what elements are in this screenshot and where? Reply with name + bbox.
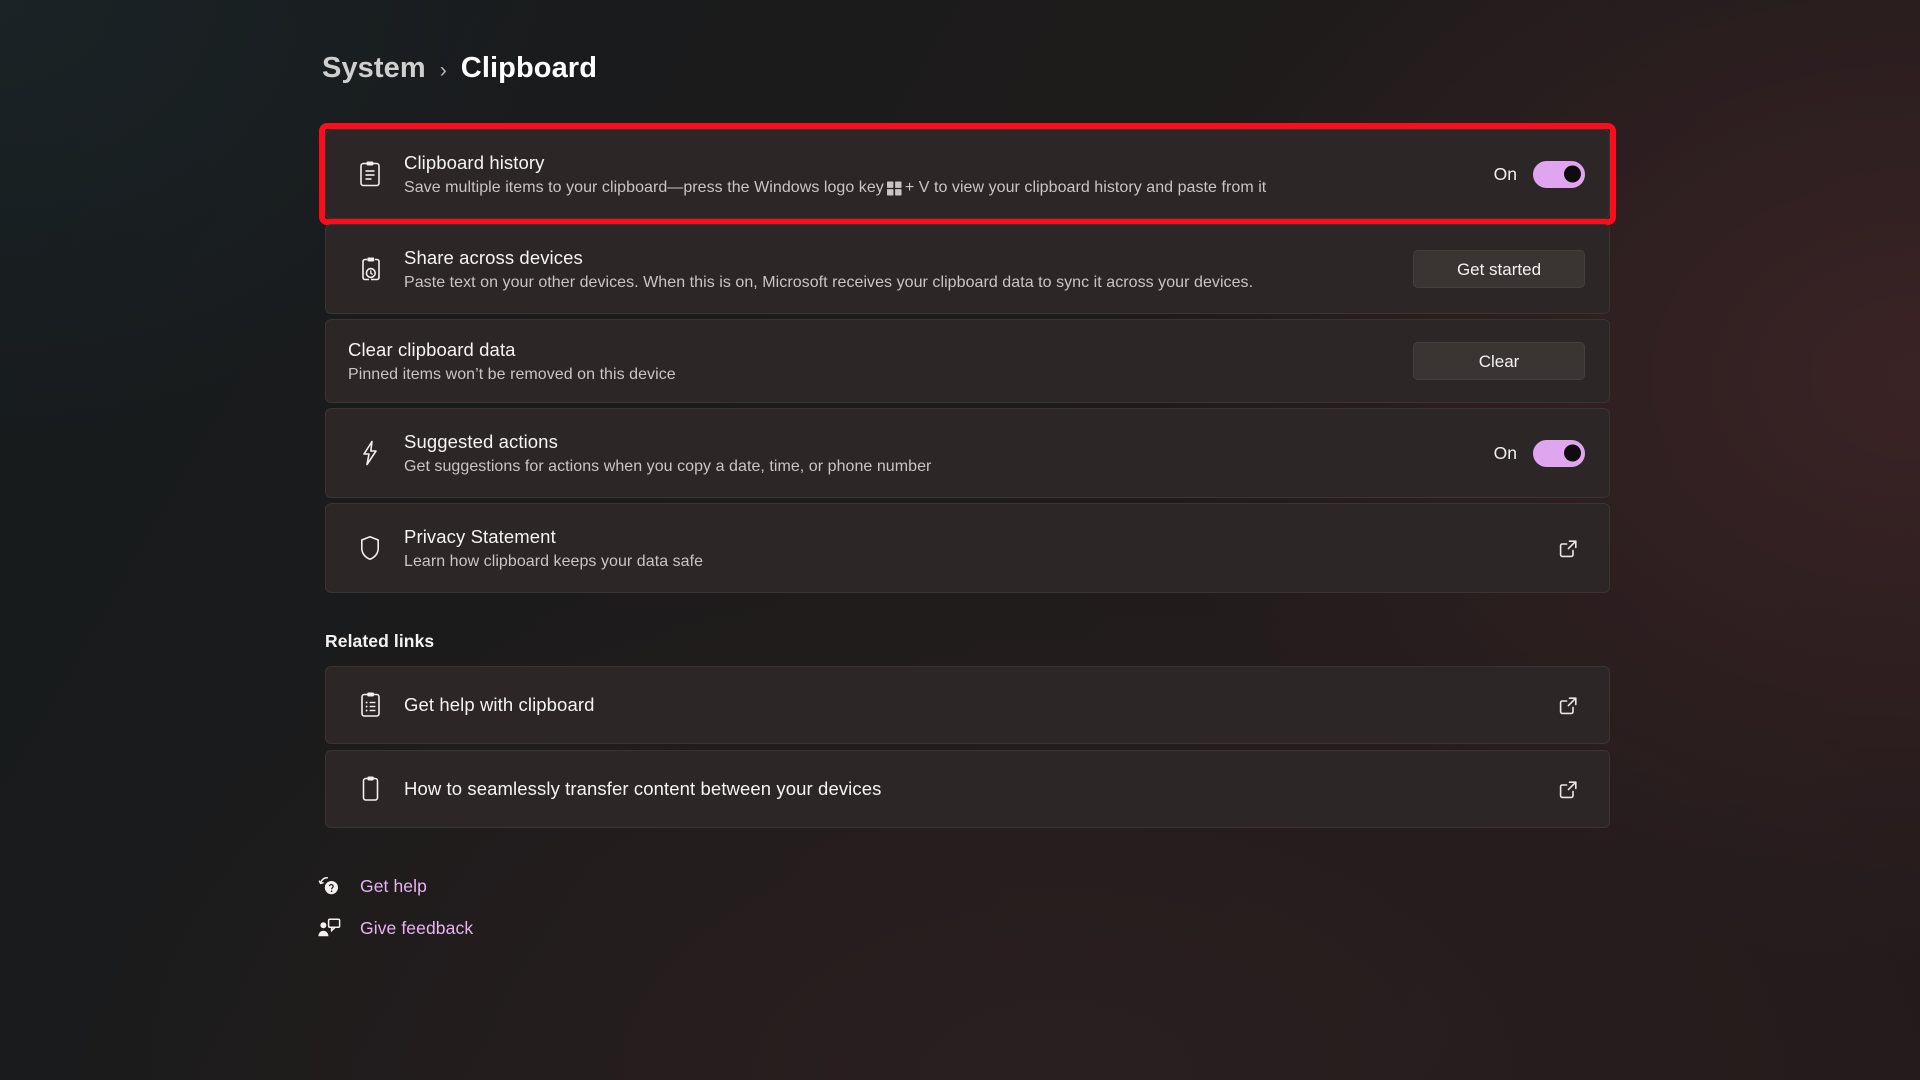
suggested-actions-toggle[interactable] — [1533, 439, 1585, 467]
setting-title: Clipboard history — [404, 151, 545, 173]
clear-button[interactable]: Clear — [1413, 342, 1585, 380]
settings-card-stack: Clipboard history Save multiple items to… — [319, 123, 1616, 593]
toggle-knob — [1564, 165, 1581, 183]
setting-row-clipboard-history[interactable]: Clipboard history Save multiple items to… — [319, 123, 1616, 225]
page-title: Clipboard — [460, 52, 598, 84]
footer-link-label: Get help — [360, 875, 427, 896]
setting-text-block: Suggested actions Get suggestions for ac… — [404, 431, 1494, 476]
related-link-label: How to seamlessly transfer content betwe… — [404, 778, 882, 799]
setting-text-block: Clear clipboard data Pinned items won’t … — [348, 339, 1413, 384]
setting-description: Pinned items won’t be removed on this de… — [348, 365, 676, 383]
setting-title: Privacy Statement — [404, 525, 556, 547]
setting-row-share-across-devices[interactable]: Share across devices Paste text on your … — [325, 224, 1610, 314]
related-link-label: Get help with clipboard — [404, 694, 595, 715]
footer-link-get-help[interactable]: Get help — [315, 874, 1610, 898]
breadcrumb-parent-system[interactable]: System — [322, 52, 426, 85]
clipboard-sync-icon — [348, 255, 392, 283]
windows-logo-key-icon — [886, 181, 902, 196]
footer-links: Get help Give feedback — [318, 874, 1610, 940]
setting-title: Suggested actions — [404, 430, 558, 452]
setting-description: Paste text on your other devices. When t… — [404, 273, 1254, 291]
setting-title: Share across devices — [404, 246, 583, 268]
external-link-icon[interactable] — [1551, 531, 1585, 565]
external-link-icon[interactable] — [1551, 772, 1585, 806]
footer-link-give-feedback[interactable]: Give feedback — [315, 916, 1610, 940]
help-question-icon — [315, 874, 343, 898]
lightning-bolt-icon — [348, 439, 392, 467]
setting-row-privacy-statement[interactable]: Privacy Statement Learn how clipboard ke… — [325, 503, 1610, 593]
settings-content: Clipboard history Save multiple items to… — [318, 123, 1616, 940]
clipboard-list-icon — [348, 691, 392, 719]
setting-description-part-2: + V to view your clipboard history and p… — [904, 178, 1267, 196]
toggle-state-label: On — [1493, 163, 1517, 184]
feedback-person-icon — [315, 916, 343, 940]
external-link-icon[interactable] — [1551, 688, 1585, 722]
setting-description: Learn how clipboard keeps your data safe — [404, 552, 704, 570]
toggle-knob — [1564, 444, 1581, 462]
setting-row-suggested-actions[interactable]: Suggested actions Get suggestions for ac… — [325, 408, 1610, 498]
setting-row-clear-clipboard-data[interactable]: Clear clipboard data Pinned items won’t … — [325, 319, 1610, 403]
setting-text-block: Share across devices Paste text on your … — [404, 247, 1413, 292]
breadcrumb-separator-icon: › — [439, 58, 447, 82]
get-started-button[interactable]: Get started — [1413, 250, 1585, 288]
setting-description: Get suggestions for actions when you cop… — [404, 457, 932, 475]
setting-text-block: Privacy Statement Learn how clipboard ke… — [404, 526, 1551, 571]
setting-description-part-1: Save multiple items to your clipboard—pr… — [404, 178, 884, 196]
clipboard-history-toggle[interactable] — [1533, 160, 1585, 188]
clipboard-history-toggle-group[interactable]: On — [1493, 160, 1585, 188]
clipboard-blank-icon — [348, 775, 392, 803]
related-links-header: Related links — [325, 631, 435, 651]
setting-text-block: Clipboard history Save multiple items to… — [404, 152, 1494, 197]
breadcrumb: System › Clipboard — [322, 52, 597, 85]
setting-description: Save multiple items to your clipboard—pr… — [404, 179, 1478, 197]
toggle-state-label: On — [1493, 442, 1517, 463]
setting-title: Clear clipboard data — [348, 338, 516, 360]
related-link-how-to-transfer-content[interactable]: How to seamlessly transfer content betwe… — [325, 750, 1610, 828]
related-links-stack: Get help with clipboard How to seamlessl… — [325, 666, 1610, 828]
related-link-get-help-with-clipboard[interactable]: Get help with clipboard — [325, 666, 1610, 744]
suggested-actions-toggle-group[interactable]: On — [1493, 439, 1585, 467]
shield-icon — [348, 534, 392, 562]
clipboard-history-icon — [348, 160, 392, 188]
settings-page: System › Clipboard Clipboard history Sav… — [0, 0, 1920, 1080]
footer-link-label: Give feedback — [360, 917, 474, 938]
